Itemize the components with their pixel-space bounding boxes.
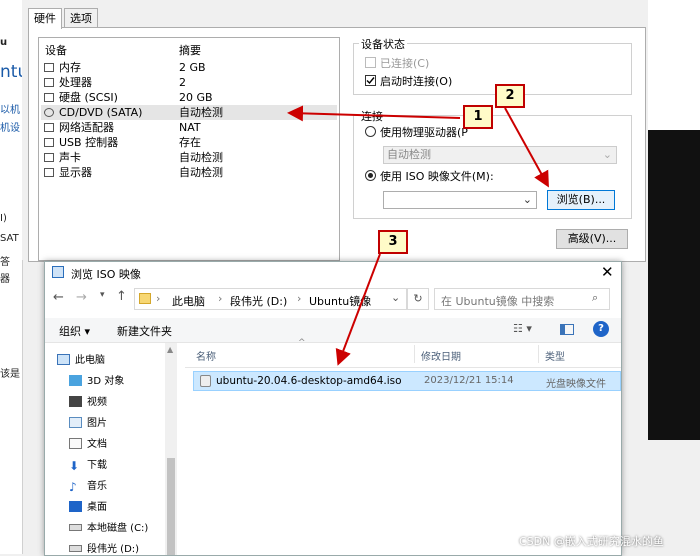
callout-2: 2 (495, 84, 525, 108)
arrow-1 (287, 105, 461, 122)
watermark: CSDN @嵌入式研究混水的鱼 (519, 535, 664, 548)
arrow-3 (335, 253, 381, 366)
callout-1: 1 (463, 105, 493, 129)
callout-3: 3 (378, 230, 408, 254)
annotation-arrows (287, 105, 549, 366)
arrow-2 (504, 107, 549, 188)
